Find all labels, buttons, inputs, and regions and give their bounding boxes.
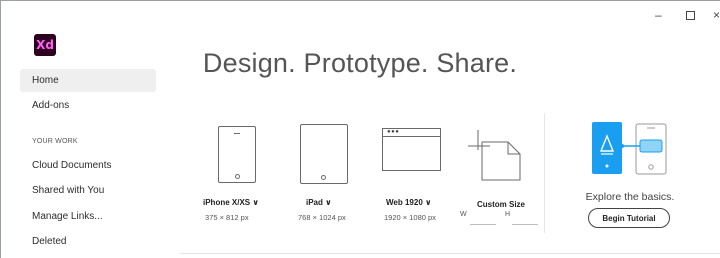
xd-logo: Xd [34, 34, 56, 56]
window-frame-top [0, 0, 720, 1]
preset-web-label[interactable]: Web 1920 ∨ [386, 198, 431, 207]
preset-ipad-label[interactable]: iPad ∨ [306, 198, 332, 207]
preset-iphone-label[interactable]: iPhone X/XS ∨ [203, 198, 259, 207]
phone-speaker [234, 133, 240, 134]
sidebar-item-deleted[interactable]: Deleted [20, 230, 156, 253]
browser-header-line [383, 136, 440, 137]
preset-custom-label: Custom Size [477, 200, 526, 209]
browser-window-icon[interactable]: ●●● [382, 128, 441, 171]
custom-height-input[interactable] [512, 224, 538, 225]
begin-tutorial-button[interactable]: Begin Tutorial [588, 208, 670, 228]
window-frame-left [0, 0, 1, 258]
section-divider [544, 113, 545, 233]
sidebar-item-label: Shared with You [32, 185, 105, 196]
sidebar-item-shared-with-you[interactable]: Shared with You [20, 179, 156, 202]
xd-home-window: – × Xd Home Add-ons YOUR WORK Cloud Docu… [0, 0, 720, 258]
minimize-button[interactable]: – [655, 9, 662, 21]
tablet-icon[interactable] [300, 124, 348, 184]
sidebar-item-manage-links[interactable]: Manage Links... [20, 205, 156, 228]
explore-basics-text: Explore the basics. [585, 191, 675, 203]
browser-dots: ●●● [387, 129, 400, 135]
close-button[interactable]: × [713, 9, 720, 21]
sidebar-item-label: Add-ons [32, 100, 70, 111]
page-headline: Design. Prototype. Share. [202, 48, 518, 78]
phone-icon[interactable] [218, 126, 256, 183]
sidebar-item-label: Manage Links... [32, 211, 103, 222]
maximize-button[interactable] [686, 11, 695, 20]
sidebar-item-label: Deleted [32, 236, 67, 247]
custom-width-label: W [460, 211, 467, 218]
custom-height-label: H [505, 211, 511, 218]
preset-ipad-size: 768 × 1024 px [298, 213, 346, 222]
tutorial-prototype-icon[interactable] [586, 120, 676, 176]
sidebar-item-label: Home [32, 75, 59, 86]
sidebar-section-title: YOUR WORK [32, 138, 78, 145]
preset-iphone-size: 375 × 812 px [205, 213, 249, 222]
sidebar-item-add-ons[interactable]: Add-ons [20, 94, 156, 117]
sidebar-item-label: Cloud Documents [32, 160, 112, 171]
sidebar-item-home[interactable]: Home [20, 69, 156, 92]
tablet-home-button [321, 175, 326, 180]
sidebar-item-cloud-documents[interactable]: Cloud Documents [20, 154, 156, 177]
bottom-divider [180, 253, 720, 254]
phone-home-button [235, 174, 240, 179]
custom-width-input[interactable] [470, 224, 496, 225]
preset-web-size: 1920 × 1080 px [384, 213, 436, 222]
custom-size-icon[interactable] [468, 130, 528, 186]
